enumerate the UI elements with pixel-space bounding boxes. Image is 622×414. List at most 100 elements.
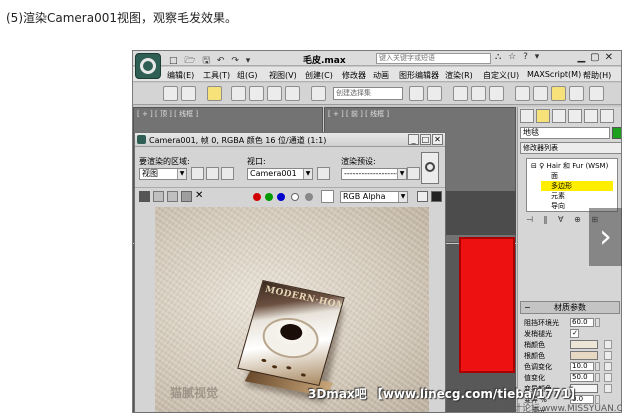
hierarchy-tab-icon[interactable] [552, 109, 566, 123]
maximize-icon[interactable]: □ [420, 134, 431, 145]
link-icon[interactable] [181, 86, 196, 101]
region-select-icon[interactable] [221, 167, 234, 180]
stack-item-hair-fur[interactable]: ⊟ ♀ Hair 和 Fur (WSM) [531, 161, 608, 171]
undo-icon[interactable] [163, 86, 178, 101]
auto-region-icon[interactable] [206, 167, 219, 180]
map-button-icon[interactable] [604, 384, 612, 393]
map-button-icon[interactable] [604, 340, 612, 349]
alpha-channel-icon[interactable] [291, 193, 299, 201]
spinner-icon[interactable] [595, 373, 600, 382]
clone-icon[interactable] [167, 191, 178, 202]
channel-display-dropdown[interactable]: RGB Alpha ▼ [340, 191, 408, 203]
rendered-image: MODERN·HOMENTIER [155, 207, 429, 412]
material-editor-icon[interactable] [515, 86, 530, 101]
viewport-label[interactable]: [ + ] [ 顶 ] [ 线框 ] [137, 109, 198, 119]
window-controls[interactable]: ▁▢✕ [577, 52, 618, 63]
menu-maxscript[interactable]: MAXScript(M) [527, 70, 581, 79]
display-tab-icon[interactable] [584, 109, 598, 123]
motion-tab-icon[interactable] [568, 109, 582, 123]
render-preset-dropdown[interactable]: ------------------- ▼ [341, 168, 407, 180]
percent-snap-icon[interactable] [267, 86, 282, 101]
object-name-field[interactable]: 地毯 [520, 127, 610, 139]
param-value-hue-variation[interactable]: 10.0 [570, 362, 594, 371]
snap-icon[interactable] [231, 86, 246, 101]
param-value-occlusion[interactable]: 60.0 [570, 318, 594, 327]
monochrome-icon[interactable] [305, 193, 313, 201]
green-channel-icon[interactable] [265, 193, 273, 201]
viewport-label: 视口: [247, 157, 266, 166]
edit-region-icon[interactable] [191, 167, 204, 180]
red-channel-icon[interactable] [253, 193, 261, 201]
toggle-ui-icon[interactable] [417, 191, 428, 202]
copy-icon[interactable] [153, 191, 164, 202]
menu-views[interactable]: 视图(V) [269, 70, 297, 81]
minimize-icon[interactable]: _ [408, 134, 419, 145]
area-to-render-dropdown[interactable]: 视图 ▼ [139, 168, 187, 180]
save-icon[interactable] [139, 191, 150, 202]
viewport-dropdown[interactable]: Camera001 ▼ [247, 168, 313, 180]
mirror-icon[interactable] [409, 86, 424, 101]
next-image-arrow-icon[interactable]: › [589, 208, 622, 266]
print-icon[interactable] [181, 191, 192, 202]
map-button-icon[interactable] [604, 373, 612, 382]
spinner-icon[interactable] [595, 362, 600, 371]
rollout-material-parameters[interactable]: − 材质参数 [520, 301, 620, 314]
title-bar: □ 🗁 🖫 ↶ ↷ ▾ 毛皮.max 键入关键字或短语 ⛬ ☆ ? ▾ ▁▢✕ [133, 51, 621, 66]
menu-group[interactable]: 组(G) [237, 70, 257, 81]
toggle-overlay-icon[interactable] [431, 191, 442, 202]
menu-create[interactable]: 创建(C) [305, 70, 333, 81]
param-value-value-variation[interactable]: 50.0 [570, 373, 594, 382]
menu-edit[interactable]: 编辑(E) [167, 70, 194, 81]
create-tab-icon[interactable] [520, 109, 534, 123]
selection-set-dropdown[interactable]: 创建选择集 [333, 87, 403, 100]
param-check-tip-fade[interactable]: ✓ [570, 329, 579, 338]
map-button-icon[interactable] [604, 351, 612, 360]
modify-tab-icon[interactable] [536, 109, 550, 123]
teapot-icon [425, 162, 435, 172]
render-setup-icon[interactable] [407, 167, 420, 180]
render-frame-icon[interactable] [551, 86, 566, 101]
spinner-icon[interactable] [595, 318, 600, 327]
align-icon[interactable] [427, 86, 442, 101]
stack-item-polygon[interactable]: 多边形 [541, 181, 613, 191]
lock-viewport-icon[interactable] [317, 167, 330, 180]
quick-render-icon[interactable] [589, 86, 604, 101]
menu-modifiers[interactable]: 修改器 [342, 70, 366, 81]
background-color-swatch[interactable] [321, 190, 334, 203]
application-menu-button[interactable] [135, 53, 161, 79]
param-label-tip-color: 梢颜色 [524, 341, 545, 349]
render-production-icon[interactable] [569, 86, 584, 101]
infocenter-icons[interactable]: ⛬ ☆ ? ▾ [495, 52, 541, 62]
menu-tools[interactable]: 工具(T) [203, 70, 230, 81]
select-icon[interactable] [207, 86, 222, 101]
menu-help[interactable]: 帮助(H) [583, 70, 611, 81]
stack-item-element[interactable]: 元素 [551, 191, 565, 201]
object-color-swatch[interactable] [612, 127, 621, 139]
menu-rendering[interactable]: 渲染(R) [445, 70, 473, 81]
clear-icon[interactable]: ✕ [195, 191, 206, 202]
blue-channel-icon[interactable] [277, 193, 285, 201]
stack-item-face[interactable]: 面 [551, 171, 558, 181]
angle-snap-icon[interactable] [249, 86, 264, 101]
utilities-tab-icon[interactable] [600, 109, 614, 123]
curve-editor-icon[interactable] [471, 86, 486, 101]
edit-named-selection-icon[interactable] [311, 86, 326, 101]
menu-animation[interactable]: 动画 [373, 70, 389, 81]
modifier-list-dropdown[interactable]: 修改器列表 [520, 142, 621, 154]
root-color-swatch[interactable] [570, 351, 598, 360]
close-icon[interactable]: ✕ [432, 134, 443, 145]
viewport-label[interactable]: [ + ] [ 前 ] [ 线框 ] [328, 109, 389, 119]
map-button-icon[interactable] [604, 362, 612, 371]
render-button[interactable] [421, 152, 439, 184]
help-search-input[interactable]: 键入关键字或短语 [376, 53, 491, 64]
menu-customize[interactable]: 自定义(U) [483, 70, 519, 81]
schematic-icon[interactable] [489, 86, 504, 101]
stack-item-guides[interactable]: 导向 [551, 201, 565, 211]
menu-graph-editors[interactable]: 图形编辑器 [399, 70, 439, 81]
area-to-render-value: 视图 [142, 169, 158, 178]
tip-color-swatch[interactable] [570, 340, 598, 349]
render-setup-icon[interactable] [533, 86, 548, 101]
layer-icon[interactable] [453, 86, 468, 101]
spinner-snap-icon[interactable] [285, 86, 300, 101]
area-to-render-label: 要渲染的区域: [139, 157, 190, 166]
